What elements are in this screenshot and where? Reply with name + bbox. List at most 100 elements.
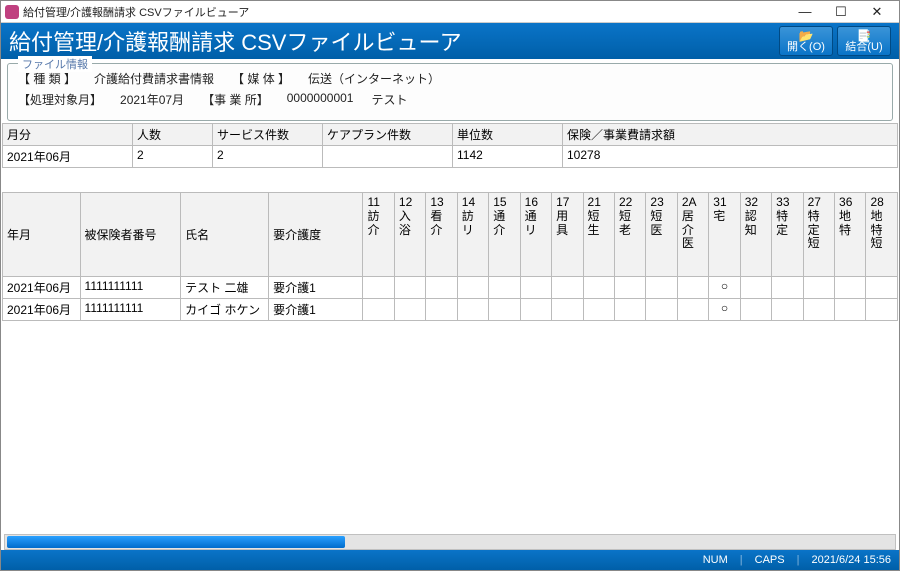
cell-service-33 [772,277,803,299]
cell-people: 2 [133,146,213,168]
detail-table-wrap: 年月 被保険者番号 氏名 要介護度 11 訪 介12 入 浴13 看 介14 訪… [1,192,899,550]
cell-service-28 [866,299,898,321]
cell-service-14 [457,277,488,299]
merge-button[interactable]: 📑 結合(U) [837,26,891,56]
cell-service-32 [740,299,771,321]
app-icon [5,5,19,19]
cell-service-31: ○ [709,299,740,321]
cell-name: テスト 二雄 [181,277,269,299]
cell-careplans [323,146,453,168]
cell-service-32 [740,277,771,299]
col-bill: 保険／事業費請求額 [563,124,898,146]
cell-service-16 [520,277,551,299]
col-ym: 年月 [3,193,81,277]
cell-carelevel: 要介護1 [269,299,363,321]
col-service-36: 36 地 特 [835,193,866,277]
col-service-31: 31 宅 [709,193,740,277]
office-label: 【事 業 所】 [202,91,269,108]
cell-service-16 [520,299,551,321]
cell-ym: 2021年06月 [3,277,81,299]
window-title: 給付管理/介護報酬請求 CSVファイルビューア [23,4,249,20]
file-info-legend: ファイル情報 [18,56,92,72]
cell-units: 1142 [453,146,563,168]
minimize-button[interactable]: ― [787,2,823,22]
col-month: 月分 [3,124,133,146]
col-service-23: 23 短 医 [646,193,677,277]
office-name: テスト [371,91,407,108]
open-button[interactable]: 📂 開く(O) [779,26,833,56]
cell-service-31: ○ [709,277,740,299]
month-value: 2021年07月 [120,91,184,108]
col-service-21: 21 短 生 [583,193,614,277]
cell-service-11 [363,299,394,321]
office-code: 0000000001 [287,91,354,108]
cell-service-15 [489,299,520,321]
cell-service-12 [394,277,425,299]
col-service-17: 17 用 具 [552,193,583,277]
col-name: 氏名 [181,193,269,277]
summary-table: 月分 人数 サービス件数 ケアプラン件数 単位数 保険／事業費請求額 2021年… [2,123,898,168]
col-service-33: 33 特 定 [772,193,803,277]
open-label: 開く(O) [787,42,825,53]
col-insured-no: 被保険者番号 [80,193,181,277]
detail-header-row: 年月 被保険者番号 氏名 要介護度 11 訪 介12 入 浴13 看 介14 訪… [3,193,898,277]
status-bar: NUM | CAPS | 2021/6/24 15:56 [1,550,899,570]
status-caps: CAPS [755,554,785,566]
cell-service-13 [426,277,457,299]
media-label: 【 媒 体 】 [232,70,290,87]
merge-label: 結合(U) [845,42,882,53]
table-row[interactable]: 2021年06月1111111111カイゴ ホケン要介護1 ○ [3,299,898,321]
cell-service-22 [614,277,645,299]
cell-service-2A [677,277,708,299]
cell-month: 2021年06月 [3,146,133,168]
col-services: サービス件数 [213,124,323,146]
maximize-button[interactable]: ☐ [823,2,859,22]
cell-bill: 10278 [563,146,898,168]
cell-service-28 [866,277,898,299]
summary-table-wrap: 月分 人数 サービス件数 ケアプラン件数 単位数 保険／事業費請求額 2021年… [1,123,899,168]
detail-body: 2021年06月1111111111テスト 二雄要介護1○2021年06月111… [3,277,898,321]
col-service-27: 27 特 定 短 [803,193,834,277]
media-value: 伝送（インターネット） [308,70,440,87]
cell-service-23 [646,277,677,299]
col-service-13: 13 看 介 [426,193,457,277]
type-label: 【 種 類 】 [18,70,76,87]
horizontal-scrollbar[interactable] [4,534,896,550]
status-num: NUM [703,554,728,566]
cell-service-36 [835,299,866,321]
cell-carelevel: 要介護1 [269,277,363,299]
cell-service-13 [426,299,457,321]
col-service-15: 15 通 介 [489,193,520,277]
cell-service-23 [646,299,677,321]
page-title: 給付管理/介護報酬請求 CSVファイルビューア [9,25,462,57]
col-service-2A: 2A 居 介 医 [677,193,708,277]
type-value: 介護給付費請求書情報 [94,70,214,87]
cell-service-11 [363,277,394,299]
scrollbar-thumb[interactable] [7,536,345,548]
cell-services: 2 [213,146,323,168]
cell-service-21 [583,299,614,321]
col-service-28: 28 地 特 短 [866,193,898,277]
cell-service-17 [552,299,583,321]
file-info-group: ファイル情報 【 種 類 】 介護給付費請求書情報 【 媒 体 】 伝送（インタ… [7,63,893,121]
window-titlebar: 給付管理/介護報酬請求 CSVファイルビューア ― ☐ ✕ [1,1,899,23]
close-button[interactable]: ✕ [859,2,895,22]
col-service-11: 11 訪 介 [363,193,394,277]
month-label: 【処理対象月】 [18,91,102,108]
col-units: 単位数 [453,124,563,146]
cell-insured_no: 1111111111 [80,277,181,299]
cell-ym: 2021年06月 [3,299,81,321]
cell-service-14 [457,299,488,321]
cell-name: カイゴ ホケン [181,299,269,321]
summary-data-row[interactable]: 2021年06月 2 2 1142 10278 [3,146,898,168]
cell-service-36 [835,277,866,299]
cell-service-27 [803,277,834,299]
table-row[interactable]: 2021年06月1111111111テスト 二雄要介護1 ○ [3,277,898,299]
summary-header-row: 月分 人数 サービス件数 ケアプラン件数 単位数 保険／事業費請求額 [3,124,898,146]
cell-service-27 [803,299,834,321]
cell-service-12 [394,299,425,321]
cell-service-33 [772,299,803,321]
col-carelevel: 要介護度 [269,193,363,277]
col-service-14: 14 訪 リ [457,193,488,277]
cell-insured_no: 1111111111 [80,299,181,321]
